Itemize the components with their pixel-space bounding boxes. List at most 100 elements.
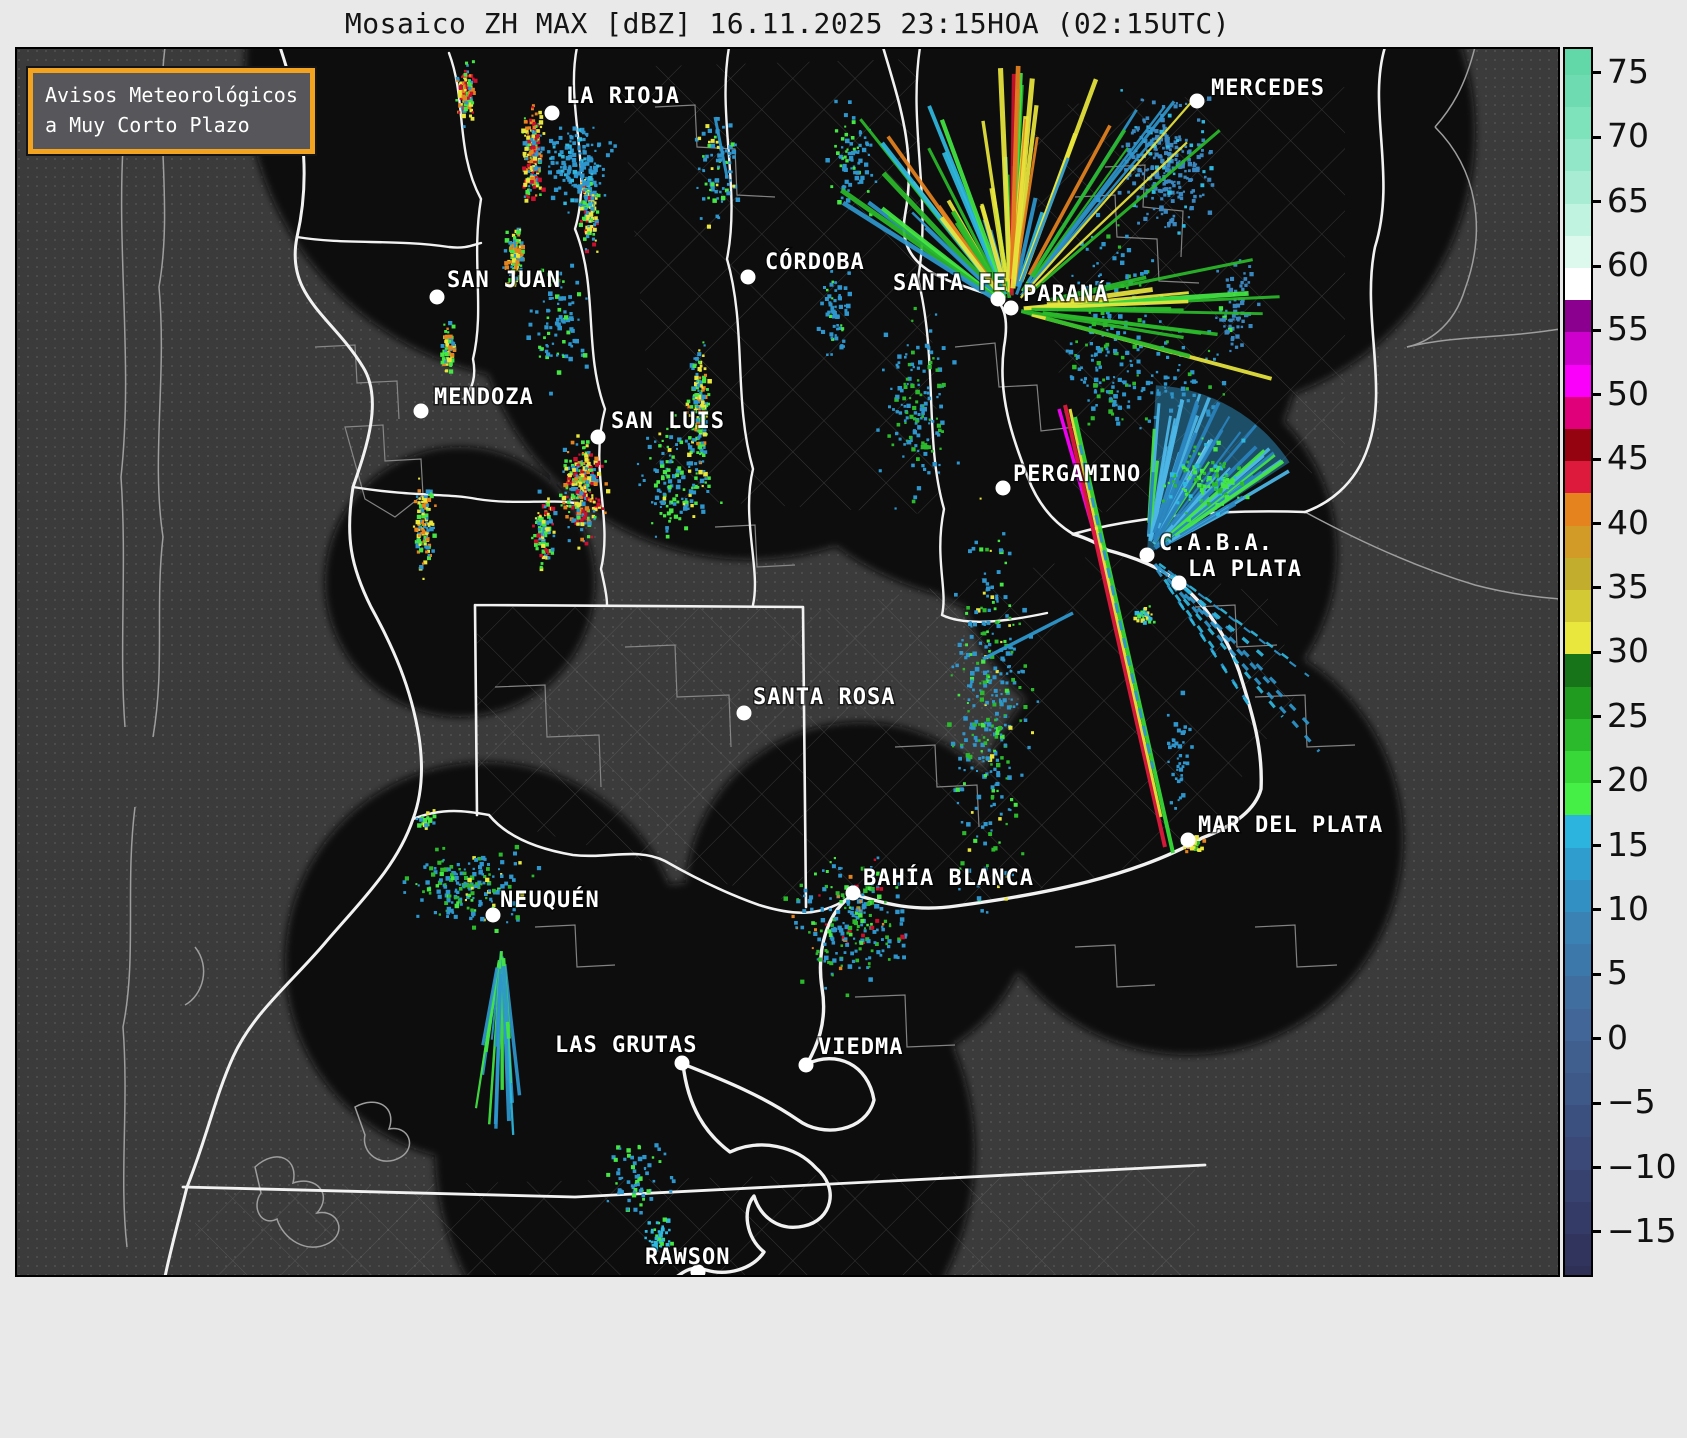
colorbar-tick-label: 60 xyxy=(1607,245,1649,284)
colorbar-tick-mark xyxy=(1593,264,1601,268)
colorbar-tick-mark xyxy=(1593,1166,1601,1169)
colorbar-tick-label: −5 xyxy=(1607,1082,1656,1122)
city-dot-viedma xyxy=(798,1057,814,1073)
colorbar-segment xyxy=(1565,49,1591,76)
city-label-viedma: VIEDMA xyxy=(818,1035,903,1060)
colorbar-segment xyxy=(1565,364,1591,398)
city-dot-la-rioja xyxy=(544,105,560,121)
colorbar-tick-label: 45 xyxy=(1607,438,1649,478)
footer: Servicio Meteorológico Nacional Argentin… xyxy=(0,1283,1687,1438)
colorbar-tick-label: 40 xyxy=(1607,502,1649,542)
city-label-c-a-b-a-: C.A.B.A. xyxy=(1159,531,1273,556)
colorbar-tick-mark xyxy=(1593,844,1601,847)
colorbar-tick-mark xyxy=(1593,328,1601,332)
colorbar-segment xyxy=(1565,686,1591,720)
colorbar-tick-label: −10 xyxy=(1607,1146,1677,1186)
colorbar-segment xyxy=(1565,428,1591,462)
colorbar-segment xyxy=(1565,783,1591,816)
colorbar-segment xyxy=(1565,944,1591,977)
colorbar-tick-mark xyxy=(1593,71,1601,75)
city-label-paraná: PARANÁ xyxy=(1023,281,1108,307)
colorbar-segment xyxy=(1565,300,1591,333)
city-dot-córdoba xyxy=(740,269,756,285)
city-label-san-juan: SAN JUAN xyxy=(447,268,561,293)
colorbar-tick-label: 20 xyxy=(1607,760,1649,800)
colorbar-segment xyxy=(1565,654,1591,688)
colorbar-segment xyxy=(1565,396,1591,430)
colorbar-tick-mark xyxy=(1593,393,1601,397)
warning-line-1: Avisos Meteorológicos xyxy=(45,83,298,107)
colorbar-segment xyxy=(1565,879,1591,913)
city-dot-mercedes xyxy=(1189,93,1205,109)
colorbar-segment xyxy=(1565,461,1591,494)
warning-line-2: a Muy Corto Plazo xyxy=(45,113,250,137)
city-label-córdoba: CÓRDOBA xyxy=(765,249,865,275)
city-label-mendoza: MENDOZA xyxy=(434,385,534,410)
city-dot-san-juan xyxy=(429,289,445,305)
city-dot-bahía-blanca xyxy=(845,885,861,901)
colorbar-segment xyxy=(1565,74,1591,108)
colorbar-tick-mark xyxy=(1593,972,1601,976)
colorbar-tick-label: 10 xyxy=(1607,888,1649,928)
city-dot-san-luis xyxy=(590,429,606,445)
warning-banner[interactable]: Avisos Meteorológicos a Muy Corto Plazo xyxy=(26,66,317,156)
colorbar-segment xyxy=(1565,911,1591,945)
colorbar-segment xyxy=(1565,332,1591,366)
colorbar-tick-mark xyxy=(1593,650,1601,654)
colorbar-tick-mark xyxy=(1593,715,1601,719)
city-label-santa-rosa: SANTA ROSA xyxy=(753,685,895,710)
colorbar-segment xyxy=(1565,589,1591,623)
colorbar-segment xyxy=(1565,139,1591,172)
city-dot-paraná xyxy=(1003,300,1019,316)
colorbar-segment xyxy=(1565,847,1591,881)
colorbar-tick-label: 65 xyxy=(1607,180,1649,220)
colorbar-segment xyxy=(1565,1040,1591,1074)
colorbar-tick-mark xyxy=(1593,1230,1601,1234)
colorbar-segment xyxy=(1565,203,1591,237)
dbz-colorbar-ticks: 75 70 65 60 55 50 45 40 35 30 25 20 15 10 5 0 −5 −10 −15 xyxy=(1593,47,1687,1285)
city-label-rawson: RAWSON xyxy=(645,1245,730,1270)
city-dot-neuquén xyxy=(485,907,501,923)
colorbar-tick-mark xyxy=(1593,457,1601,461)
colorbar-segment xyxy=(1565,557,1591,591)
city-label-la-plata: LA PLATA xyxy=(1188,557,1302,582)
city-dot-c-a-b-a- xyxy=(1139,547,1155,563)
colorbar-segment xyxy=(1565,1008,1591,1042)
colorbar-tick-label: 25 xyxy=(1607,695,1649,735)
city-dot-la-plata xyxy=(1171,575,1187,591)
colorbar-segment xyxy=(1565,1233,1591,1267)
dbz-colorbar xyxy=(1563,47,1593,1277)
colorbar-segment xyxy=(1565,718,1591,752)
colorbar-segment xyxy=(1565,1201,1591,1235)
city-label-san-luis: SAN LUIS xyxy=(611,409,725,434)
city-label-mercedes: MERCEDES xyxy=(1211,76,1325,101)
colorbar-tick-label: 70 xyxy=(1607,116,1649,156)
colorbar-segment xyxy=(1565,815,1591,849)
colorbar-segment xyxy=(1565,1169,1591,1203)
colorbar-segment xyxy=(1565,622,1591,655)
colorbar-tick-label: 50 xyxy=(1607,373,1649,413)
colorbar-tick-label: −15 xyxy=(1607,1210,1677,1250)
colorbar-segment xyxy=(1565,235,1591,269)
colorbar-segment xyxy=(1565,976,1591,1010)
colorbar-segment xyxy=(1565,1105,1591,1138)
colorbar-tick-mark xyxy=(1593,135,1601,139)
colorbar-segment xyxy=(1565,107,1591,140)
page-title: Mosaico ZH MAX [dBZ] 16.11.2025 23:15HOA… xyxy=(344,6,1231,40)
city-label-santa-fe: SANTA FE xyxy=(893,271,1007,296)
colorbar-tick-mark xyxy=(1593,586,1601,590)
colorbar-segment xyxy=(1565,268,1591,301)
city-dot-santa-rosa xyxy=(736,705,752,721)
city-label-pergamino: PERGAMINO xyxy=(1013,462,1141,487)
colorbar-tick-label: 35 xyxy=(1607,566,1649,606)
city-dot-mendoza xyxy=(413,403,429,419)
city-dot-mar-del-plata xyxy=(1180,832,1196,848)
colorbar-segment xyxy=(1565,493,1591,527)
colorbar-tick-mark xyxy=(1593,522,1601,525)
city-label-la-rioja: LA RIOJA xyxy=(566,84,680,109)
city-label-neuquén: NEUQUÉN xyxy=(500,887,600,913)
colorbar-tick-mark xyxy=(1593,779,1601,783)
colorbar-tick-label: 15 xyxy=(1607,824,1649,864)
city-label-mar-del-plata: MAR DEL PLATA xyxy=(1198,813,1383,838)
radar-map: LA RIOJA MERCEDES CÓRDOBA SAN JUAN SANTA FE P… xyxy=(15,47,1560,1277)
